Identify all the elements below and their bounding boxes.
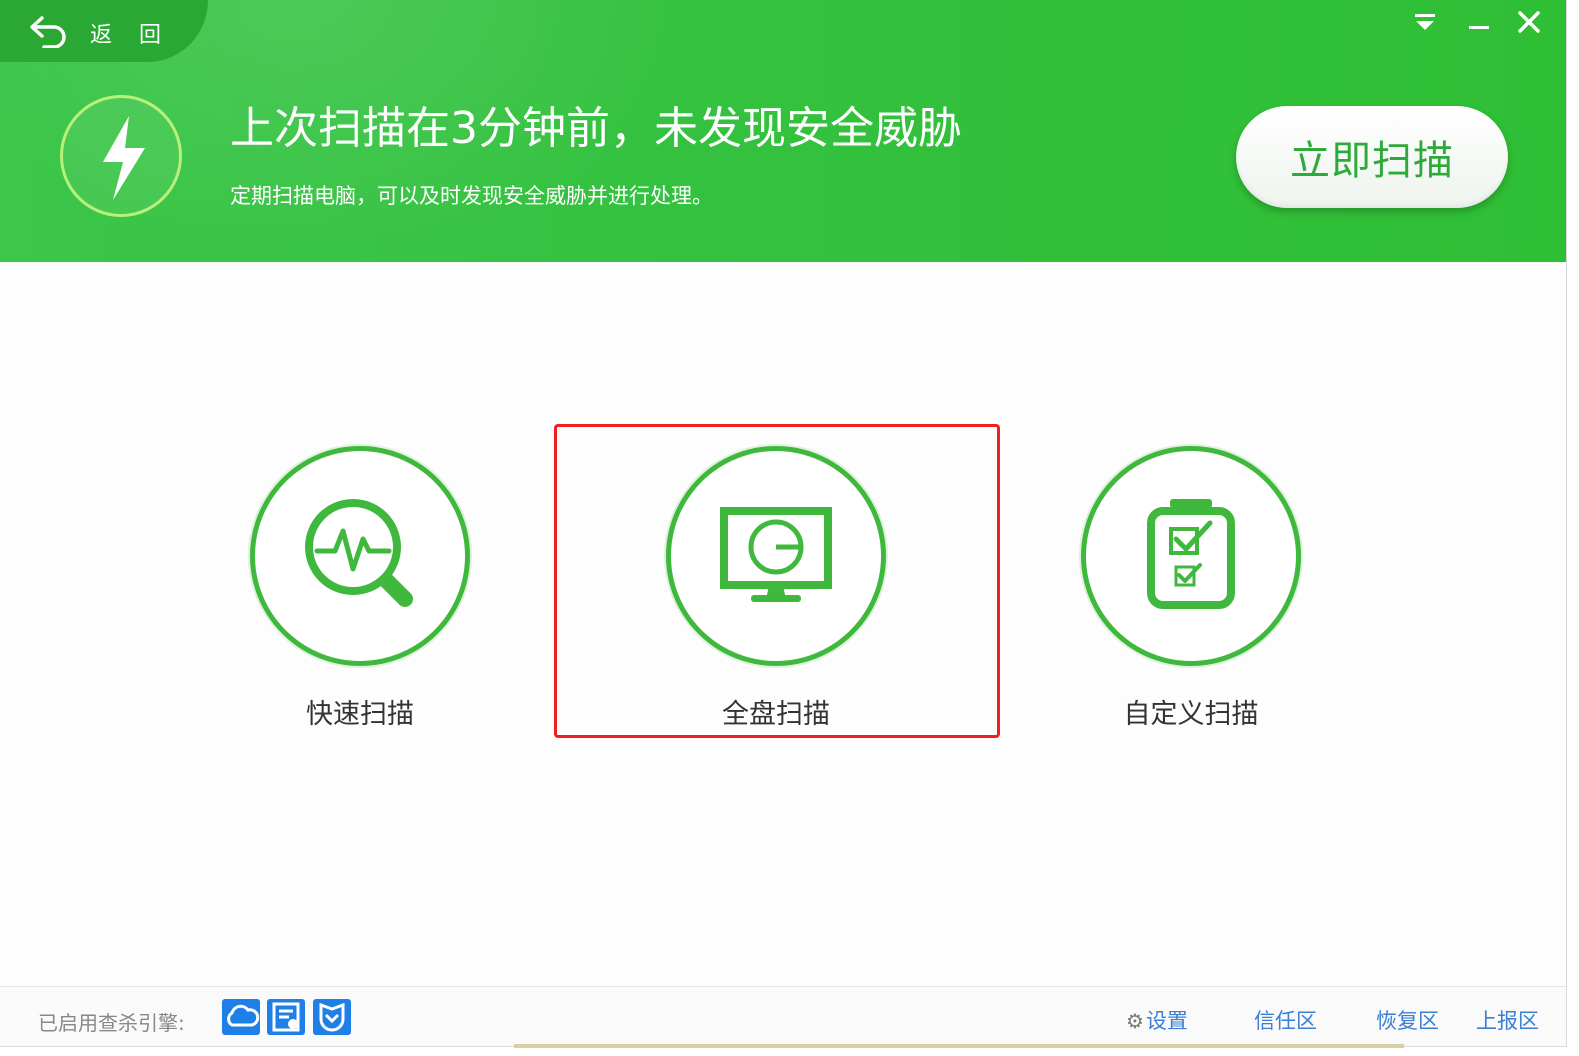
scan-status-headline: 上次扫描在3分钟前，未发现安全威胁 xyxy=(230,103,962,154)
close-button[interactable] xyxy=(1512,8,1546,38)
scan-status-header: 返 回 上次扫描在3分钟前，未发现安全威胁 定期扫描电脑，可以及时发现安全威胁并… xyxy=(0,0,1566,262)
back-arrow-icon xyxy=(30,16,66,48)
footer-bar: 已启用查杀引擎: ⚙设置 信任区 恢复区 上报区 xyxy=(0,986,1566,1046)
custom-scan-label: 自定义扫描 xyxy=(1123,699,1259,730)
gear-icon: ⚙ xyxy=(1126,1009,1144,1033)
custom-scan-ring xyxy=(1081,446,1301,666)
lightning-icon xyxy=(103,116,145,200)
back-label: 返 回 xyxy=(90,23,171,48)
scan-now-label: 立即扫描 xyxy=(1290,138,1454,184)
scan-now-button[interactable]: 立即扫描 xyxy=(1236,106,1508,208)
shield-engine-icon xyxy=(319,1002,345,1032)
bottom-edge-strip xyxy=(514,1044,1404,1048)
scan-status-subline: 定期扫描电脑，可以及时发现安全威胁并进行处理。 xyxy=(230,184,713,208)
trust-zone-link[interactable]: 信任区 xyxy=(1254,1005,1317,1035)
engines-label: 已启用查杀引擎: xyxy=(38,1011,185,1035)
settings-label: 设置 xyxy=(1145,1009,1188,1033)
dropdown-menu-button[interactable] xyxy=(1408,8,1442,38)
minimize-button[interactable] xyxy=(1462,8,1496,38)
full-scan-highlight-box xyxy=(554,424,1000,738)
settings-link[interactable]: ⚙设置 xyxy=(1126,1005,1188,1035)
shield-engine[interactable] xyxy=(313,999,351,1035)
checklist-icon xyxy=(1147,499,1235,609)
close-icon xyxy=(1518,11,1540,33)
document-engine-icon xyxy=(272,1002,300,1032)
antivirus-scan-window: 返 回 上次扫描在3分钟前，未发现安全威胁 定期扫描电脑，可以及时发现安全威胁并… xyxy=(0,0,1567,1047)
minimize-icon xyxy=(1469,26,1489,29)
cloud-engine-icon xyxy=(227,1004,260,1027)
quick-scan-ring xyxy=(250,446,470,666)
document-engine[interactable] xyxy=(267,999,305,1035)
back-button[interactable]: 返 回 xyxy=(0,0,208,62)
pulse-magnifier-icon xyxy=(305,499,413,607)
lightning-badge xyxy=(60,95,182,217)
report-zone-link[interactable]: 上报区 xyxy=(1476,1005,1539,1035)
restore-zone-link[interactable]: 恢复区 xyxy=(1376,1005,1439,1035)
cloud-engine[interactable] xyxy=(222,999,260,1035)
dropdown-menu-icon xyxy=(1415,14,1435,30)
quick-scan-label: 快速扫描 xyxy=(306,699,414,730)
